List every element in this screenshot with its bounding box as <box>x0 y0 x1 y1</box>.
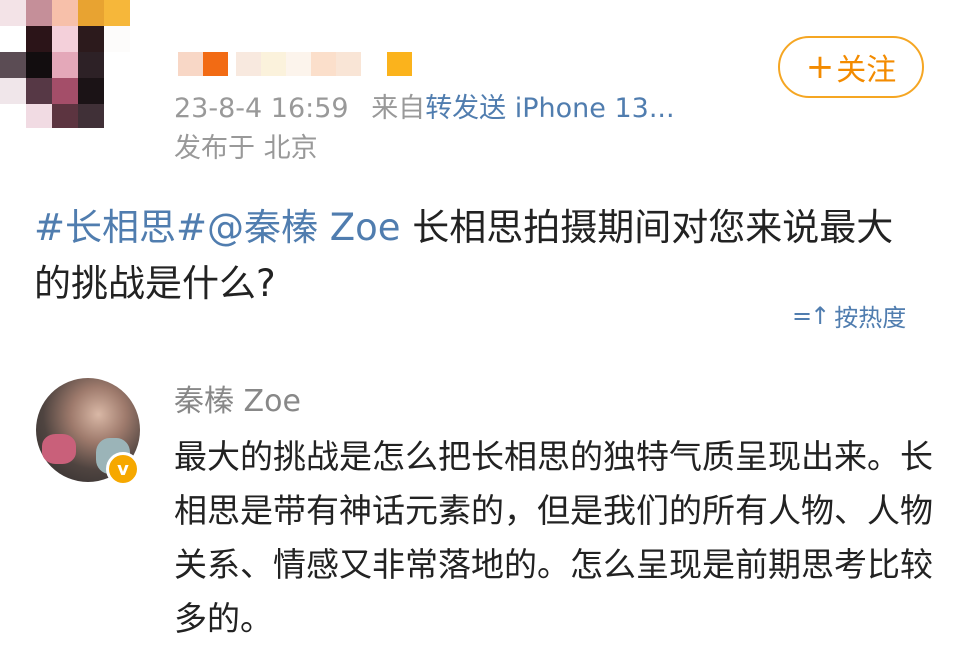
answer-text: 最大的挑战是怎么把长相思的独特气质呈现出来。长相思是带有神话元素的，但是我们的所… <box>174 437 933 638</box>
mention-link[interactable]: @秦榛 Zoe <box>207 206 401 249</box>
post-location: 发布于 北京 <box>174 133 318 164</box>
answer-author-name[interactable]: 秦榛 Zoe <box>174 382 301 422</box>
source-device-link[interactable]: 转发送 iPhone 13... <box>425 93 674 124</box>
sort-label: 按热度 <box>834 304 907 332</box>
follow-button-label: 关注 <box>836 53 897 88</box>
sort-icon: =↑ <box>792 301 830 330</box>
follow-button[interactable]: + 关注 <box>778 36 924 98</box>
topic-tag-link[interactable]: #长相思# <box>34 206 207 249</box>
post-timestamp: 23-8-4 16:59 <box>174 93 349 124</box>
post-meta: 23-8-4 16:59 来自转发送 iPhone 13... <box>174 92 675 126</box>
poster-name-pixelated[interactable] <box>178 52 412 76</box>
source-prefix: 来自 <box>371 93 426 124</box>
plus-icon: + <box>805 47 835 87</box>
verified-badge-icon: v <box>106 452 140 486</box>
poster-avatar-pixelated[interactable] <box>0 0 130 128</box>
sort-toggle[interactable]: =↑ 按热度 <box>792 298 906 333</box>
question-text: #长相思#@秦榛 Zoe 长相思拍摄期间对您来说最大的挑战是什么? <box>34 200 924 312</box>
